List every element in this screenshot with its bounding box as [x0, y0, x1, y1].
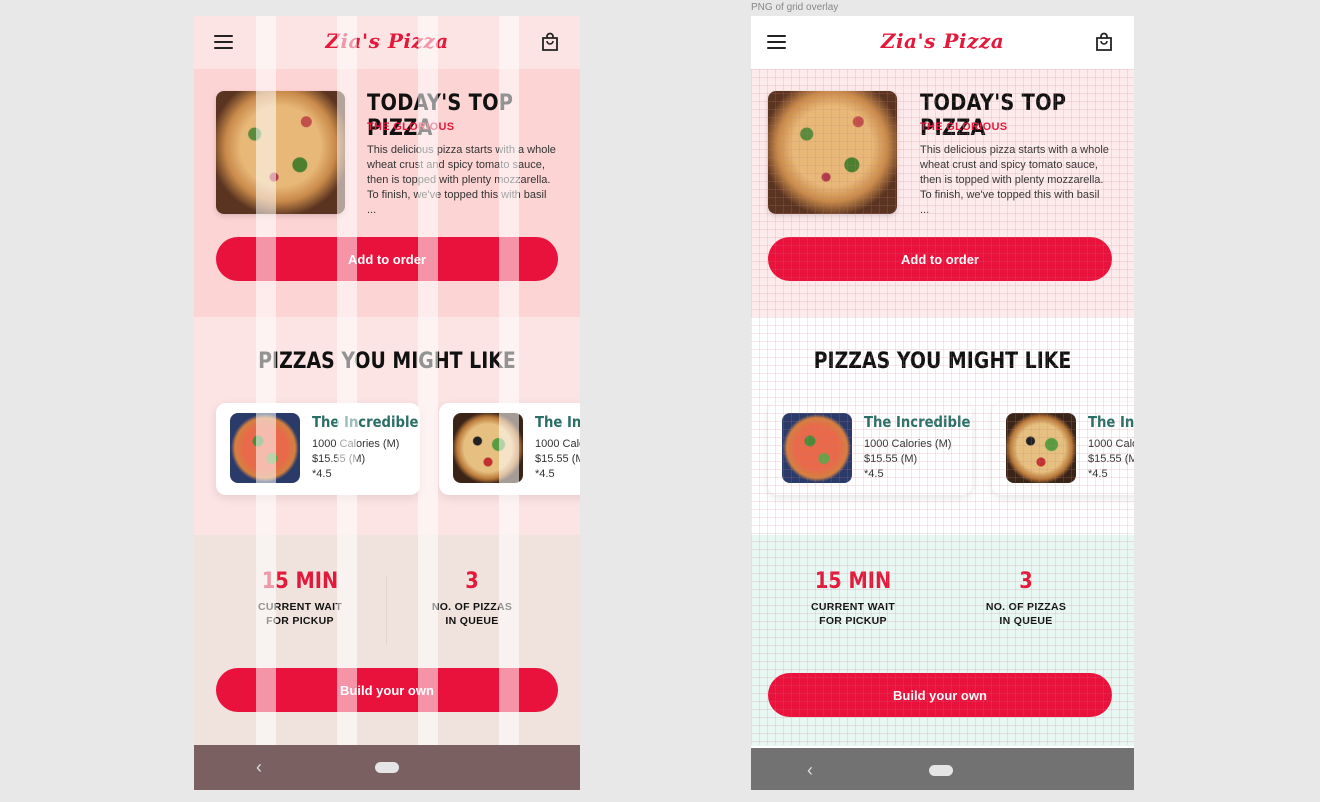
recommendations-title: PIZZAS YOU MIGHT LIKE	[813, 349, 1072, 374]
top-pizza-image	[216, 91, 345, 214]
wait-time-stat: 15 MIN CURRENT WAIT FOR PICKUP	[768, 569, 938, 628]
pizza-card[interactable]: The Incredible 1000 Calories (M) $15.55 …	[992, 403, 1134, 495]
pizza-price: $15.55 (M)	[1088, 453, 1134, 465]
pizza-calories: 1000 Calories (M)	[535, 438, 580, 450]
wait-time-value: 15 MIN	[261, 569, 339, 594]
pizza-name: The Incredible	[312, 413, 419, 431]
wait-time-label: CURRENT WAIT FOR PICKUP	[257, 601, 343, 627]
top-pizza-section: TODAY'S TOP PIZZA THE GLORIOUS This deli…	[194, 69, 580, 317]
back-chevron-icon[interactable]: ‹	[256, 758, 272, 776]
queue-count-label: NO. OF PIZZAS IN QUEUE	[985, 601, 1067, 627]
pizza-price: $15.55 (M)	[535, 453, 580, 465]
app-bar: Zia's Pizza	[751, 16, 1134, 69]
pizza-calories: 1000 Calories (M)	[1088, 438, 1134, 450]
phone-variant-columns: Zia's Pizza TODAY'S TOP PIZZA THE GLORIO…	[194, 16, 580, 790]
top-pizza-title: TODAY'S TOP PIZZA	[920, 91, 1067, 141]
queue-count-value: 3	[1019, 569, 1033, 594]
pizza-name: The Incredible	[535, 413, 580, 431]
top-pizza-description: This delicious pizza starts with a whole…	[920, 144, 1109, 216]
pizza-name: The Incredible	[864, 413, 971, 431]
add-to-order-button[interactable]: Add to order	[216, 237, 558, 281]
app-bar: Zia's Pizza	[194, 16, 580, 69]
grid-overlay-caption: PNG of grid overlay	[751, 2, 839, 13]
pizza-name: The Incredible	[1088, 413, 1134, 431]
recommendations-section: PIZZAS YOU MIGHT LIKE The Incredible 100…	[751, 317, 1134, 535]
add-to-order-button[interactable]: Add to order	[768, 237, 1112, 281]
phone-variant-grid: Zia's Pizza TODAY'S TOP PIZZA THE GLORIO…	[751, 16, 1134, 790]
shopping-bag-icon[interactable]	[1094, 32, 1114, 52]
back-chevron-icon[interactable]: ‹	[807, 761, 823, 779]
pizza-calories: 1000 Calories (M)	[864, 438, 952, 450]
pizza-thumbnail	[1006, 413, 1076, 483]
pizza-rating: *4.5	[535, 468, 555, 480]
queue-count-stat: 3 NO. OF PIZZAS IN QUEUE	[387, 569, 557, 628]
pizza-card[interactable]: The Incredible 1000 Calories (M) $15.55 …	[768, 403, 972, 495]
shopping-bag-icon[interactable]	[540, 32, 560, 52]
pizza-rating: *4.5	[312, 468, 332, 480]
top-pizza-image	[768, 91, 897, 214]
pizza-thumbnail	[453, 413, 523, 483]
pizza-thumbnail	[782, 413, 852, 483]
pizza-card[interactable]: The Incredible 1000 Calories (M) $15.55 …	[216, 403, 420, 495]
queue-stats-section: 15 MIN CURRENT WAIT FOR PICKUP 3 NO. OF P…	[751, 535, 1134, 746]
wait-time-value: 15 MIN	[814, 569, 892, 594]
pizza-price: $15.55 (M)	[864, 453, 918, 465]
pizza-card[interactable]: The Incredible 1000 Calories (M) $15.55 …	[439, 403, 580, 495]
queue-count-stat: 3 NO. OF PIZZAS IN QUEUE	[941, 569, 1111, 628]
pizza-price: $15.55 (M)	[312, 453, 366, 465]
app-logo: Zia's Pizza	[325, 29, 449, 53]
top-pizza-title: TODAY'S TOP PIZZA	[367, 91, 514, 141]
top-pizza-subtitle: THE GLORIOUS	[920, 121, 1008, 133]
build-your-own-button[interactable]: Build your own	[768, 673, 1112, 717]
top-pizza-subtitle: THE GLORIOUS	[367, 121, 455, 133]
pizza-rating: *4.5	[1088, 468, 1108, 480]
home-pill-icon[interactable]	[929, 765, 953, 776]
top-pizza-description: This delicious pizza starts with a whole…	[367, 144, 556, 216]
pizza-thumbnail	[230, 413, 300, 483]
recommendations-section: PIZZAS YOU MIGHT LIKE The Incredible 100…	[194, 317, 580, 535]
recommendations-title: PIZZAS YOU MIGHT LIKE	[258, 349, 516, 374]
top-pizza-section: TODAY'S TOP PIZZA THE GLORIOUS This deli…	[751, 69, 1134, 317]
home-pill-icon[interactable]	[375, 762, 399, 773]
system-nav-bar: ‹	[194, 745, 580, 790]
system-nav-bar: ‹	[751, 748, 1134, 790]
app-logo: Zia's Pizza	[880, 29, 1005, 53]
pizza-calories: 1000 Calories (M)	[312, 438, 400, 450]
pizza-rating: *4.5	[864, 468, 884, 480]
queue-count-label: NO. OF PIZZAS IN QUEUE	[431, 601, 513, 627]
wait-time-label: CURRENT WAIT FOR PICKUP	[810, 601, 896, 627]
queue-count-value: 3	[465, 569, 479, 594]
wait-time-stat: 15 MIN CURRENT WAIT FOR PICKUP	[215, 569, 385, 628]
build-your-own-button[interactable]: Build your own	[216, 668, 558, 712]
queue-stats-section: 15 MIN CURRENT WAIT FOR PICKUP 3 NO. OF P…	[194, 535, 580, 746]
